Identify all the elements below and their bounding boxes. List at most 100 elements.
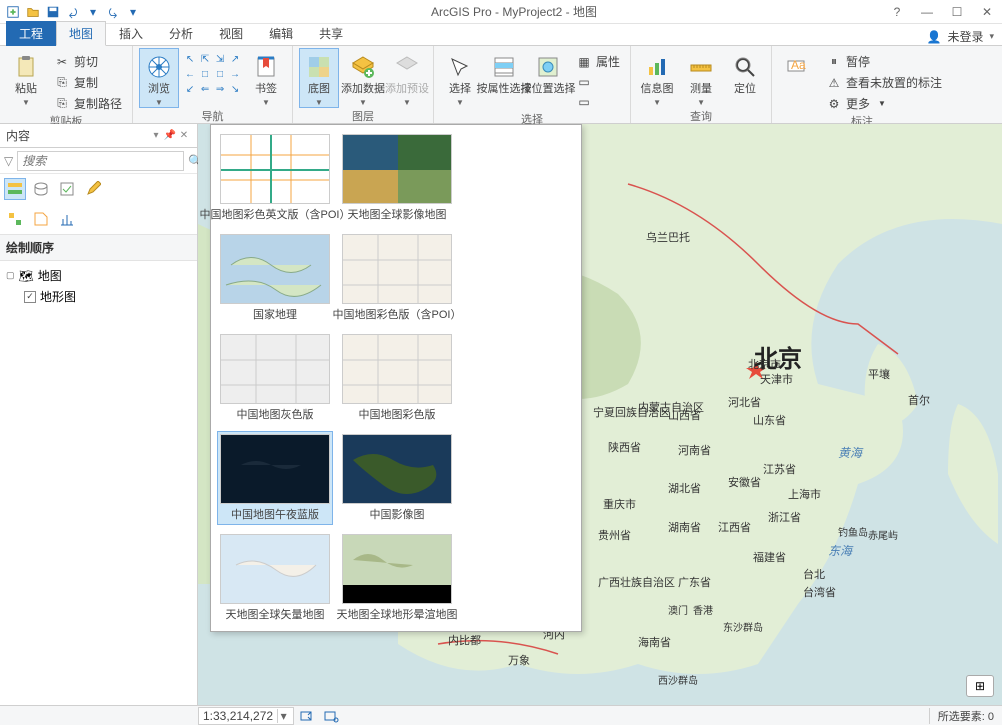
- group-inquiry: 信息图▼ 测量▼ 定位 查询: [631, 46, 772, 123]
- infographic-button[interactable]: 信息图▼: [637, 48, 677, 108]
- undo-dropdown-icon[interactable]: ▾: [84, 3, 102, 21]
- basemap-label: 国家地理: [253, 304, 297, 322]
- toc-snap-icon[interactable]: [4, 208, 26, 230]
- unplaced-icon: ⚠: [826, 75, 842, 91]
- close-button[interactable]: ✕: [972, 1, 1002, 23]
- user-icon[interactable]: 👤: [927, 30, 942, 44]
- tab-edit[interactable]: 编辑: [256, 21, 306, 46]
- scale-dropdown-icon[interactable]: ▾: [277, 709, 289, 723]
- nav-arrow-grid[interactable]: ↖⇱⇲↗ ←□□→ ↙⇐⇒↘: [183, 48, 242, 96]
- layer-checkbox[interactable]: ✓: [24, 291, 36, 303]
- more-label-button[interactable]: ⚙更多▼: [822, 94, 946, 113]
- paste-button[interactable]: 粘贴▼: [6, 48, 46, 108]
- locate-button[interactable]: 定位: [725, 48, 765, 96]
- group-layer: 底图▼ 添加数据▼ 添加预设▼ 图层: [293, 46, 434, 123]
- clear-sel-button[interactable]: ▭: [572, 73, 624, 91]
- tab-map[interactable]: 地图: [56, 21, 106, 46]
- map-label: 广西壮族自治区: [598, 574, 675, 590]
- tab-insert[interactable]: 插入: [106, 21, 156, 46]
- view-unplaced-button[interactable]: ⚠查看未放置的标注: [822, 73, 946, 92]
- toc-toolbar: [0, 174, 197, 204]
- toc-layer-item[interactable]: ✓ 地形图: [6, 286, 191, 307]
- tab-analysis[interactable]: 分析: [156, 21, 206, 46]
- basemap-label: 中国影像图: [370, 504, 425, 522]
- attrs-button[interactable]: ▦属性: [572, 52, 624, 71]
- copy-button[interactable]: ⎘复制: [50, 73, 126, 92]
- select-byloc-button[interactable]: 按位置选择: [528, 48, 568, 96]
- dropdown-icon[interactable]: ▾: [149, 130, 163, 141]
- basemap-label: 中国地图灰色版: [237, 404, 314, 422]
- filter-icon[interactable]: ▽: [4, 154, 13, 168]
- map-view[interactable]: 乌兰巴托北京北京市天津市平壤首尔内蒙古自治区河北省宁夏回族自治区山西省山东省陕西…: [198, 124, 1002, 705]
- map-label: 河北省: [728, 394, 761, 410]
- map-label: 台湾省: [803, 584, 836, 600]
- close-pane-icon[interactable]: ✕: [177, 130, 191, 141]
- basemap-item[interactable]: 天地图全球影像地图: [339, 131, 455, 225]
- ribbon: 粘贴▼ ✂剪切 ⎘复制 ⎘复制路径 剪贴板 浏览▼ ↖⇱⇲↗ ←□□→ ↙⇐⇒↘: [0, 46, 1002, 124]
- basemap-item[interactable]: 中国地图午夜蓝版: [217, 431, 333, 525]
- basemap-item[interactable]: 国家地理: [217, 231, 333, 325]
- help-button[interactable]: ?: [882, 1, 912, 23]
- redo-dropdown-icon[interactable]: ▾: [124, 3, 142, 21]
- quick-access-toolbar: ▾ ▾: [0, 3, 146, 21]
- toc-map-item[interactable]: ▢ 🗺 地图: [6, 265, 191, 286]
- basemap-button[interactable]: 底图▼: [299, 48, 339, 108]
- toc-chart-icon[interactable]: [56, 208, 78, 230]
- login-status[interactable]: 未登录: [947, 28, 983, 45]
- basemap-label: 天地图全球地形晕渲地图: [337, 604, 458, 622]
- adddata-button[interactable]: 添加数据▼: [343, 48, 383, 108]
- explore-button[interactable]: 浏览▼: [139, 48, 179, 108]
- toggle-sel-button[interactable]: ▭: [572, 93, 624, 111]
- map-label: 澳门: [668, 602, 688, 617]
- map-label: 江西省: [718, 519, 751, 535]
- toc-draw-order-icon[interactable]: [4, 178, 26, 200]
- scale-tool-2-icon[interactable]: [320, 707, 342, 725]
- clear-icon: ▭: [576, 74, 592, 90]
- measure-button[interactable]: 测量▼: [681, 48, 721, 108]
- save-icon[interactable]: [44, 3, 62, 21]
- maximize-button[interactable]: ☐: [942, 1, 972, 23]
- basemap-item[interactable]: 中国地图彩色英文版（含POI）: [217, 131, 333, 225]
- scale-input[interactable]: 1:33,214,272 ▾: [198, 707, 294, 725]
- toc-label-icon[interactable]: [30, 208, 52, 230]
- basemap-item[interactable]: 天地图全球矢量地图: [217, 531, 333, 625]
- tab-project[interactable]: 工程: [6, 21, 56, 46]
- table-icon: ▦: [576, 54, 592, 70]
- basemap-item[interactable]: 中国影像图: [339, 431, 455, 525]
- minimize-button[interactable]: —: [912, 1, 942, 23]
- basemap-item[interactable]: 中国地图彩色版（含POI）: [339, 231, 455, 325]
- toc-edit-icon[interactable]: [82, 178, 104, 200]
- new-project-icon[interactable]: [4, 3, 22, 21]
- basemap-item[interactable]: 中国地图灰色版: [217, 331, 333, 425]
- select-button[interactable]: 选择▼: [440, 48, 480, 108]
- open-project-icon[interactable]: [24, 3, 42, 21]
- undo-icon[interactable]: [64, 3, 82, 21]
- map-label: 西沙群岛: [658, 672, 698, 687]
- pin-icon[interactable]: 📌: [163, 130, 177, 141]
- map-label: 东沙群岛: [723, 619, 763, 634]
- label-toggle-button[interactable]: Aa: [778, 48, 818, 82]
- group-selection: 选择▼ 按属性选择 按位置选择 ▦属性 ▭ ▭ 选择: [434, 46, 631, 123]
- toc-selection-icon[interactable]: [56, 178, 78, 200]
- redo-icon[interactable]: [104, 3, 122, 21]
- map-label: 宁夏回族自治区: [593, 404, 670, 420]
- scale-tool-1-icon[interactable]: [296, 707, 318, 725]
- bookmarks-button[interactable]: 书签▼: [246, 48, 286, 108]
- cut-button[interactable]: ✂剪切: [50, 52, 126, 71]
- basemap-label: 天地图全球影像地图: [348, 204, 447, 222]
- group-navigate: 浏览▼ ↖⇱⇲↗ ←□□→ ↙⇐⇒↘ 书签▼ 导航: [133, 46, 293, 123]
- search-input[interactable]: [17, 151, 184, 171]
- map-label: 内比都: [448, 632, 481, 648]
- tab-share[interactable]: 共享: [306, 21, 356, 46]
- pause-label-button[interactable]: ⏸暂停: [822, 52, 946, 71]
- basemap-item[interactable]: 中国地图彩色版: [339, 331, 455, 425]
- copy-icon: ⎘: [54, 75, 70, 91]
- copypath-button[interactable]: ⎘复制路径: [50, 94, 126, 113]
- snap-toggle-icon[interactable]: ⊞: [966, 675, 994, 697]
- tab-view[interactable]: 视图: [206, 21, 256, 46]
- select-byattr-button[interactable]: 按属性选择: [484, 48, 524, 96]
- basemap-item[interactable]: 天地图全球地形晕渲地图: [339, 531, 455, 625]
- basemap-label: 天地图全球矢量地图: [226, 604, 325, 622]
- toc-source-icon[interactable]: [30, 178, 52, 200]
- map-label: 海南省: [638, 634, 671, 650]
